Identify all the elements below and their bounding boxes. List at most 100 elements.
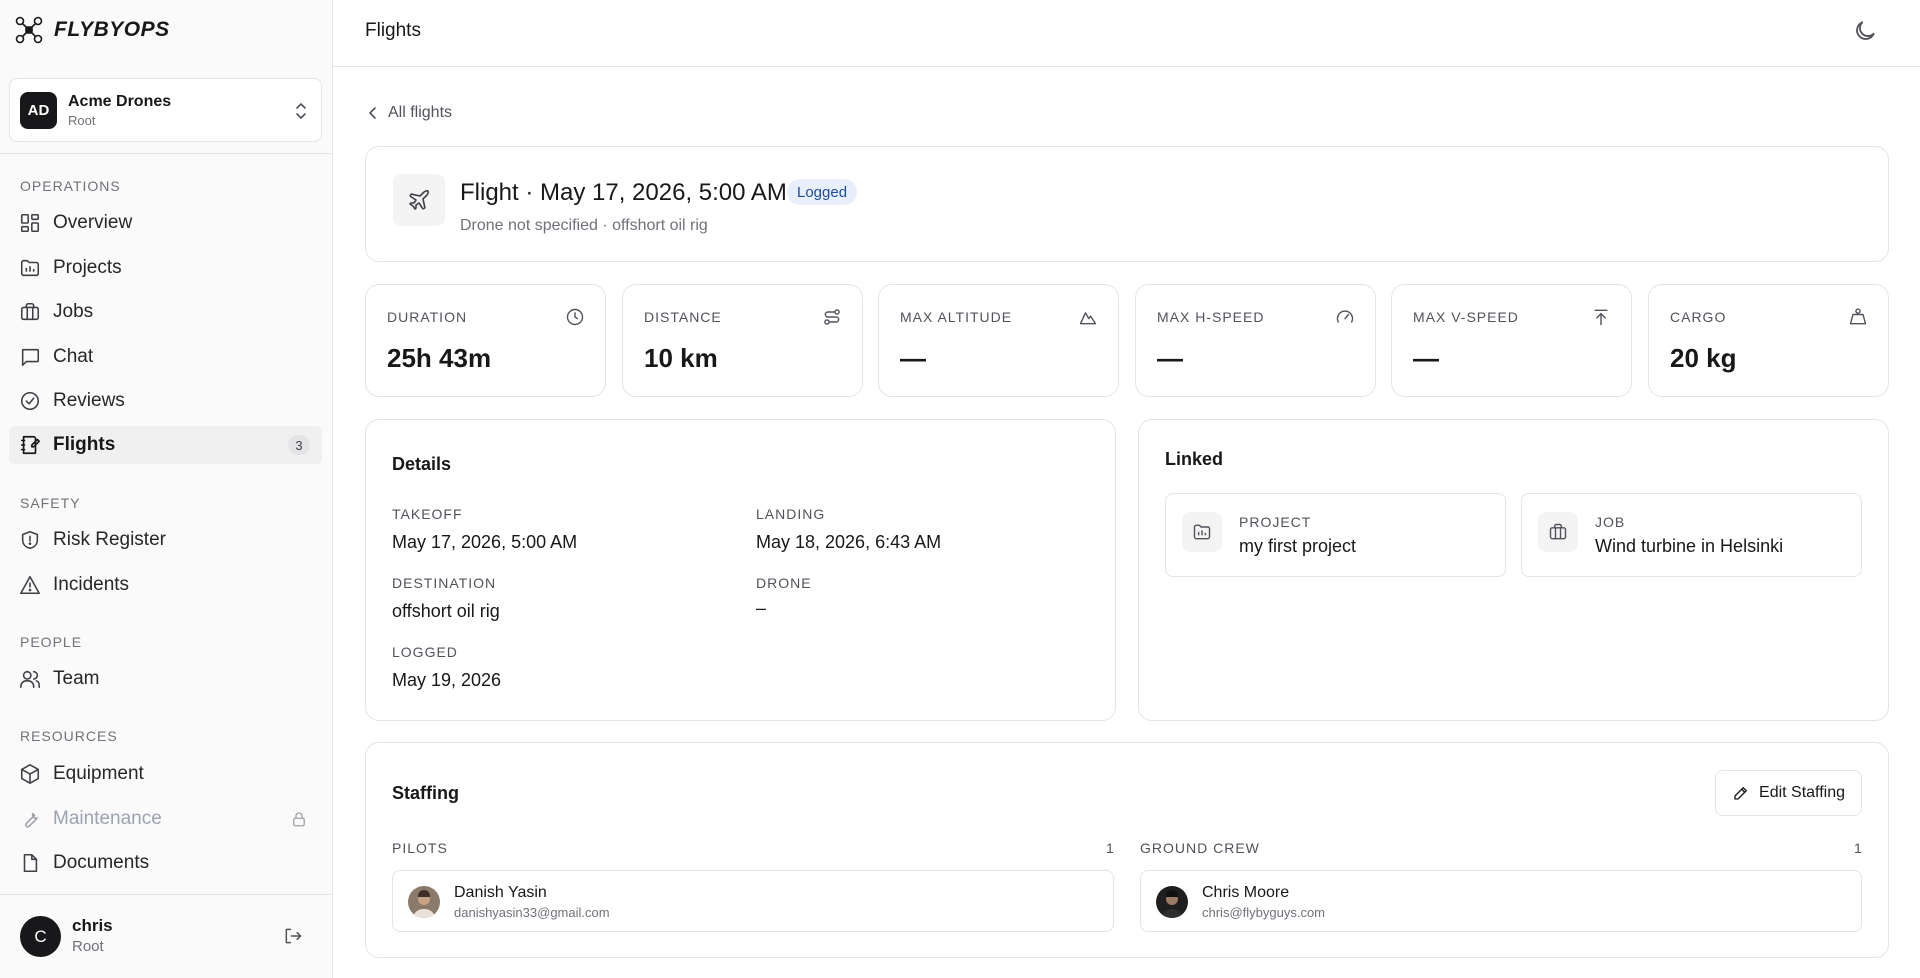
brand-name: FLYBYOPS — [54, 18, 170, 41]
drone-logo-icon — [15, 16, 43, 44]
sidebar-item-incidents[interactable]: Incidents — [9, 566, 322, 604]
stat-card-max-altitude: MAX ALTITUDE — — [878, 284, 1119, 397]
stat-card-max-h-speed: MAX H-SPEED — — [1135, 284, 1376, 397]
job-value: Wind turbine in Helsinki — [1595, 536, 1784, 556]
gauge-icon — [1336, 310, 1354, 323]
stat-label: CARGO — [1670, 309, 1727, 325]
sidebar-divider — [0, 894, 333, 895]
flights-count-badge: 3 — [288, 435, 310, 455]
stat-value: — — [1413, 343, 1439, 373]
mountain-icon — [1079, 312, 1097, 325]
destination-label: DESTINATION — [392, 575, 497, 591]
section-label-people: PEOPLE — [20, 634, 83, 650]
sidebar-item-flights[interactable]: Flights 3 — [9, 426, 322, 464]
brand[interactable]: FLYBYOPS — [0, 0, 332, 60]
stat-label: DURATION — [387, 309, 468, 325]
sidebar-item-label: Equipment — [53, 763, 144, 784]
user-avatar[interactable]: C — [20, 916, 61, 957]
sidebar-item-reviews[interactable]: Reviews — [9, 382, 322, 420]
sidebar-item-maintenance[interactable]: Maintenance — [9, 800, 322, 838]
takeoff-value: May 17, 2026, 5:00 AM — [392, 532, 578, 552]
pilots-count: 1 — [1106, 840, 1114, 856]
ground-crew-entry[interactable]: Chris Moore chris@flybyguys.com — [1140, 870, 1862, 932]
sidebar-item-overview[interactable]: Overview — [9, 204, 322, 242]
user-role: Root — [72, 938, 104, 955]
sidebar-item-label: Reviews — [53, 390, 125, 411]
person-photo-icon — [408, 886, 440, 918]
sidebar-item-team[interactable]: Team — [9, 660, 322, 698]
landing-value: May 18, 2026, 6:43 AM — [756, 532, 942, 552]
sidebar-item-chat[interactable]: Chat — [9, 338, 322, 376]
shield-icon — [21, 530, 39, 550]
sidebar-item-label: Team — [53, 668, 100, 689]
sidebar-item-label: Risk Register — [53, 529, 166, 550]
drone-value: – — [756, 598, 767, 618]
section-label-safety: SAFETY — [20, 495, 81, 511]
sidebar-item-label: Flights — [53, 434, 116, 455]
stat-label: MAX V-SPEED — [1413, 309, 1519, 325]
section-label-operations: OPERATIONS — [20, 178, 121, 194]
stat-card-cargo: CARGO 20 kg — [1648, 284, 1889, 397]
back-to-all-flights-link[interactable]: All flights — [366, 104, 452, 122]
sidebar-item-risk-register[interactable]: Risk Register — [9, 521, 322, 559]
logout-icon[interactable] — [283, 926, 303, 946]
wrench-icon — [25, 812, 39, 828]
folder-icon-box — [1182, 512, 1222, 552]
flight-icon-box — [393, 174, 445, 226]
page-title: Flights — [365, 20, 421, 41]
sidebar-item-label: Jobs — [53, 301, 94, 322]
sidebar-item-label: Documents — [53, 852, 150, 873]
users-icon — [20, 670, 40, 689]
logged-label: LOGGED — [392, 644, 458, 660]
plane-icon — [409, 190, 429, 210]
logged-value: May 19, 2026 — [392, 670, 502, 690]
folder-icon — [1193, 524, 1211, 540]
sidebar-item-projects[interactable]: Projects — [9, 249, 322, 287]
stat-value: — — [900, 343, 926, 373]
pilot-avatar — [408, 886, 440, 918]
stat-label: MAX ALTITUDE — [900, 309, 1013, 325]
org-avatar: AD — [20, 91, 57, 129]
sidebar-item-equipment[interactable]: Equipment — [9, 755, 322, 793]
linked-job[interactable]: JOB Wind turbine in Helsinki — [1521, 493, 1862, 577]
document-icon — [23, 853, 38, 873]
org-role: Root — [68, 112, 96, 128]
landing-label: LANDING — [756, 506, 826, 522]
sidebar-item-label: Incidents — [53, 574, 130, 595]
pilot-entry[interactable]: Danish Yasin danishyasin33@gmail.com — [392, 870, 1114, 932]
chat-icon — [21, 348, 40, 367]
sidebar: FLYBYOPS AD Acme Drones Root OPERATIONS … — [0, 0, 333, 978]
user-name: chris — [72, 916, 113, 935]
folder-icon — [20, 259, 40, 277]
staffing-title: Staffing — [392, 783, 459, 803]
top-bar: Flights — [333, 0, 1920, 67]
stat-card-max-v-speed: MAX V-SPEED — — [1391, 284, 1632, 397]
pencil-icon — [1734, 787, 1747, 800]
linked-project[interactable]: PROJECT my first project — [1165, 493, 1506, 577]
org-switcher[interactable]: AD Acme Drones Root — [9, 78, 322, 142]
briefcase-icon-box — [1538, 512, 1578, 552]
sidebar-item-documents[interactable]: Documents — [9, 844, 322, 882]
sidebar-item-jobs[interactable]: Jobs — [9, 293, 322, 331]
flight-summary-card: Flight · May 17, 2026, 5:00 AM Logged Dr… — [365, 146, 1889, 262]
briefcase-icon — [1549, 523, 1567, 540]
org-name: Acme Drones — [68, 92, 172, 110]
section-label-resources: RESOURCES — [20, 728, 118, 744]
project-value: my first project — [1239, 536, 1357, 556]
pilot-email: danishyasin33@gmail.com — [454, 905, 610, 920]
pilots-label: PILOTS — [392, 840, 448, 856]
route-icon — [824, 309, 840, 325]
drone-label: DRONE — [756, 575, 812, 591]
sidebar-item-label: Overview — [53, 212, 133, 233]
flight-title: Flight · May 17, 2026, 5:00 AM — [460, 179, 787, 206]
details-card: Details TAKEOFF May 17, 2026, 5:00 AM LA… — [365, 419, 1116, 721]
stat-value: — — [1157, 343, 1183, 373]
crew-email: chris@flybyguys.com — [1202, 905, 1326, 920]
linked-card: Linked PROJECT my first project JOB Wind… — [1138, 419, 1889, 721]
staffing-card: Staffing Edit Staffing PILOTS 1 GROUND C… — [365, 742, 1889, 958]
linked-title: Linked — [1165, 449, 1224, 469]
moon-icon[interactable] — [1852, 18, 1878, 44]
pilot-name: Danish Yasin — [454, 884, 547, 901]
edit-staffing-button[interactable]: Edit Staffing — [1715, 770, 1862, 816]
chevron-left-icon — [369, 107, 376, 119]
